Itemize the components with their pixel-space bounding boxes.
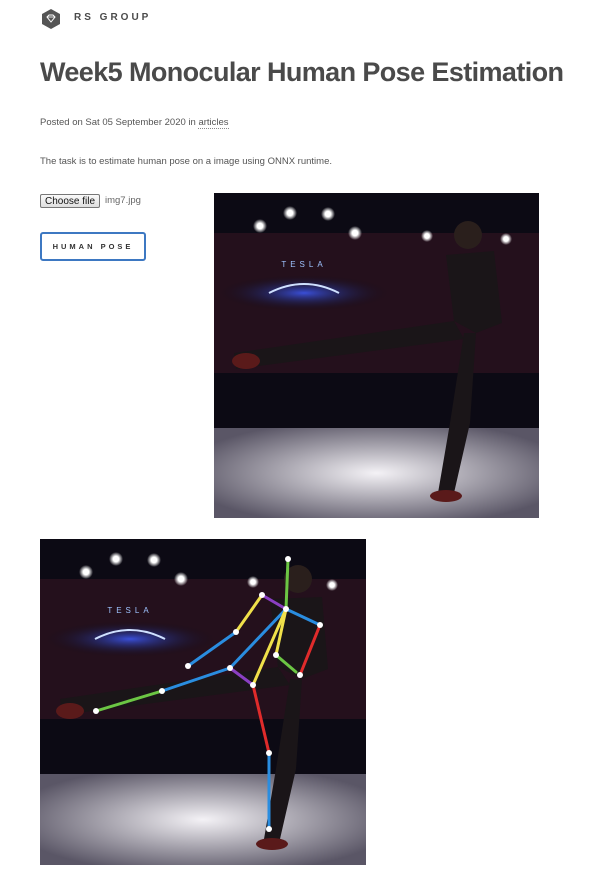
human-pose-button[interactable]: HUMAN POSE <box>40 232 146 261</box>
tesla-screen-text: TESLA <box>281 260 326 269</box>
input-image: TESLA <box>214 193 539 518</box>
brand-logo-icon[interactable] <box>40 8 62 30</box>
post-description: The task is to estimate human pose on a … <box>40 156 332 167</box>
choose-file-button[interactable]: Choose file <box>40 194 101 208</box>
selected-file-name: img7.jpg <box>105 195 141 206</box>
page-title: Week5 Monocular Human Pose Estimation <box>40 57 564 87</box>
posted-date: Posted on Sat 05 September 2020 in <box>40 117 196 128</box>
category-link[interactable]: articles <box>198 117 229 129</box>
pose-result-image: TESLA <box>40 539 366 865</box>
post-meta: Posted on Sat 05 September 2020 in artic… <box>40 117 229 129</box>
tesla-screen-text-output: TESLA <box>107 606 152 615</box>
brand-name[interactable]: RS GROUP <box>74 12 151 23</box>
